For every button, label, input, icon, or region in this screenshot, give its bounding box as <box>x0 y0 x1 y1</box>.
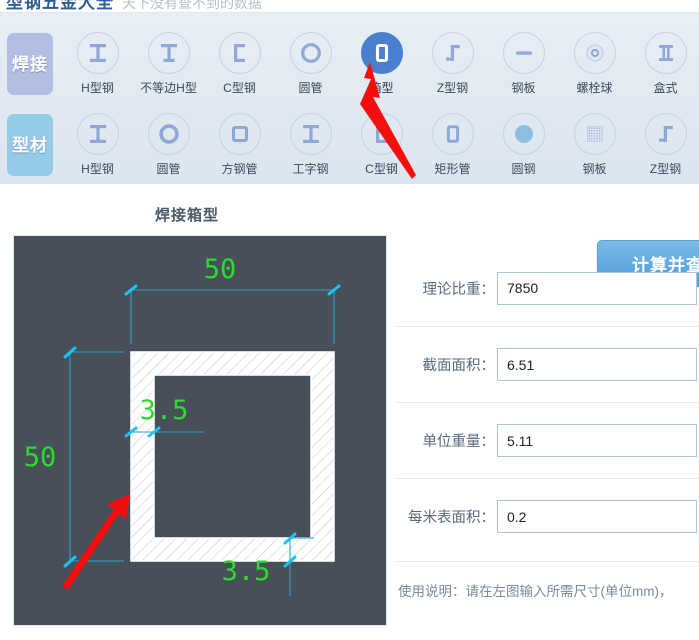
ribbon-item-label: C型钢 <box>223 81 256 95</box>
ribbon-item-round-pipe-profile[interactable]: 圆管 <box>133 113 204 177</box>
app-title: 型钢五金大全 <box>6 0 114 12</box>
surface-area-per-meter-input[interactable] <box>497 500 697 533</box>
i-beam-icon <box>289 113 332 155</box>
field-label: 单位重量： <box>422 434 496 450</box>
field-label: 截面面积： <box>422 358 496 374</box>
dim-label-thickness-bottom: 3.5 <box>222 556 271 587</box>
box-outer-outline <box>130 351 335 562</box>
ribbon-item-label: 钢板 <box>582 162 607 176</box>
h-beam-icon <box>76 32 119 74</box>
ribbon-row-welded: 焊接 H型钢 不等边H型 C型钢 圆管 箱型 Z型钢 钢板 螺栓球 盒式 <box>0 25 699 103</box>
ribbon-item-steel-plate[interactable]: 钢板 <box>488 32 559 96</box>
ribbon-item-label: 盒式 <box>653 81 678 95</box>
ribbon-item-label: 方钢管 <box>221 162 258 176</box>
field-row-section-area: 截面面积： <box>396 326 699 402</box>
ribbon-item-unequal-h-beam[interactable]: 不等边H型 <box>133 32 204 96</box>
dim-label-height: 50 <box>24 442 57 473</box>
page-title: 焊接箱型 <box>155 207 220 224</box>
ribbon-item-label: H型钢 <box>81 162 114 176</box>
results-form: 计算并查看 理论比重： 截面面积： 单位重量： 每米表面积： 使用说明：请在左图… <box>396 235 699 626</box>
square-tube-icon <box>218 113 261 155</box>
red-arrow-to-wall-thickness <box>62 494 130 590</box>
ribbon-item-z-beam-profile[interactable]: Z型钢 <box>630 113 699 177</box>
ribbon-item-label: 钢板 <box>511 81 536 95</box>
category-tab-welded-label: 焊接 <box>12 54 48 74</box>
dimension-width-top <box>130 289 335 344</box>
steel-plate-icon <box>502 32 545 74</box>
round-pipe-icon <box>147 113 190 155</box>
welded-item-list: H型钢 不等边H型 C型钢 圆管 箱型 Z型钢 钢板 螺栓球 盒式 <box>62 32 699 96</box>
ribbon-item-z-beam[interactable]: Z型钢 <box>417 32 488 96</box>
ribbon-item-label: 矩形管 <box>434 162 471 176</box>
category-tab-profile[interactable]: 型材 <box>7 114 53 176</box>
ribbon-item-label: C型钢 <box>365 162 398 176</box>
dim-label-thickness-left: 3.5 <box>140 395 189 426</box>
specific-gravity-input[interactable] <box>497 271 697 305</box>
rect-tube-icon <box>431 113 474 155</box>
category-tab-profile-label: 型材 <box>12 135 48 155</box>
category-ribbon: 焊接 H型钢 不等边H型 C型钢 圆管 箱型 Z型钢 钢板 螺栓球 盒式 型材 … <box>0 12 699 184</box>
h-beam-icon <box>76 113 119 155</box>
ribbon-item-round-pipe[interactable]: 圆管 <box>275 32 346 96</box>
section-area-input[interactable] <box>497 348 697 381</box>
box-section-icon <box>360 32 403 74</box>
ribbon-item-label: Z型钢 <box>649 162 682 176</box>
app-titlebar: 型钢五金大全 天下没有查不到的数据 <box>0 0 699 12</box>
field-row-surface-area-per-meter: 每米表面积： <box>396 478 699 554</box>
field-label: 理论比重： <box>422 281 496 298</box>
field-row-specific-gravity: 理论比重： <box>396 250 699 326</box>
ribbon-item-square-tube[interactable]: 方钢管 <box>204 113 275 177</box>
field-label: 每米表面积： <box>408 510 495 526</box>
bolt-ball-icon <box>573 32 616 74</box>
steel-plate-mesh-icon <box>573 113 616 155</box>
c-channel-icon <box>218 32 261 74</box>
unequal-h-beam-icon <box>147 32 190 74</box>
category-tab-welded[interactable]: 焊接 <box>7 33 53 95</box>
field-row-unit-weight: 单位重量： <box>396 402 699 478</box>
ribbon-item-label: H型钢 <box>81 81 114 95</box>
ribbon-item-label: 工字钢 <box>292 162 329 176</box>
z-beam-icon <box>644 113 687 155</box>
ribbon-item-label: 圆管 <box>156 162 181 176</box>
ribbon-item-label: 螺栓球 <box>576 81 613 95</box>
ribbon-item-label: 圆管 <box>298 81 323 95</box>
ribbon-item-box-type[interactable]: 盒式 <box>630 32 699 96</box>
profile-item-list: H型钢 圆管 方钢管 工字钢 C型钢 矩形管 圆钢 钢板 Z型钢 <box>62 113 699 177</box>
ribbon-row-profile: 型材 H型钢 圆管 方钢管 工字钢 C型钢 矩形管 圆钢 钢板 Z型钢 <box>0 106 699 184</box>
ribbon-item-bolt-ball[interactable]: 螺栓球 <box>559 32 630 96</box>
drawing-canvas: 50 50 3.5 3.5 <box>24 254 341 596</box>
ribbon-item-label: 不等边H型 <box>140 81 197 95</box>
app-window: 型钢五金大全 天下没有查不到的数据 焊接 H型钢 不等边H型 C型钢 圆管 箱型… <box>0 0 699 640</box>
ribbon-item-label: 圆钢 <box>511 162 536 176</box>
ribbon-item-steel-plate-profile[interactable]: 钢板 <box>559 113 630 177</box>
usage-note: 使用说明：请在左图输入所需尺寸(单位mm)， <box>396 561 699 600</box>
dim-label-width: 50 <box>204 254 237 285</box>
app-subtitle: 天下没有查不到的数据 <box>122 0 262 11</box>
ribbon-item-round-bar[interactable]: 圆钢 <box>488 113 559 177</box>
box-wall-hatch <box>130 351 335 562</box>
main-content: 焊接箱型 50 50 3.5 3.5 计算并 理论比重： 7850 截面面积： … <box>0 184 699 640</box>
dimension-height-left <box>69 351 124 562</box>
ribbon-item-h-beam[interactable]: H型钢 <box>62 32 133 96</box>
cross-section-drawing[interactable]: 50 50 3.5 3.5 <box>13 235 387 626</box>
box-type-icon <box>644 32 687 74</box>
z-beam-icon <box>431 32 474 74</box>
ribbon-item-label: 箱型 <box>369 81 394 95</box>
ribbon-item-box-section[interactable]: 箱型 <box>346 32 417 96</box>
ribbon-item-h-beam-profile[interactable]: H型钢 <box>62 113 133 177</box>
ribbon-item-i-beam[interactable]: 工字钢 <box>275 113 346 177</box>
round-pipe-icon <box>289 32 332 74</box>
ribbon-item-label: Z型钢 <box>436 81 469 95</box>
c-channel-icon <box>360 113 403 155</box>
ribbon-item-rect-tube[interactable]: 矩形管 <box>417 113 488 177</box>
ribbon-item-c-channel[interactable]: C型钢 <box>204 32 275 96</box>
round-bar-icon <box>502 113 545 155</box>
unit-weight-input[interactable] <box>497 424 697 457</box>
ribbon-item-c-channel-profile[interactable]: C型钢 <box>346 113 417 177</box>
